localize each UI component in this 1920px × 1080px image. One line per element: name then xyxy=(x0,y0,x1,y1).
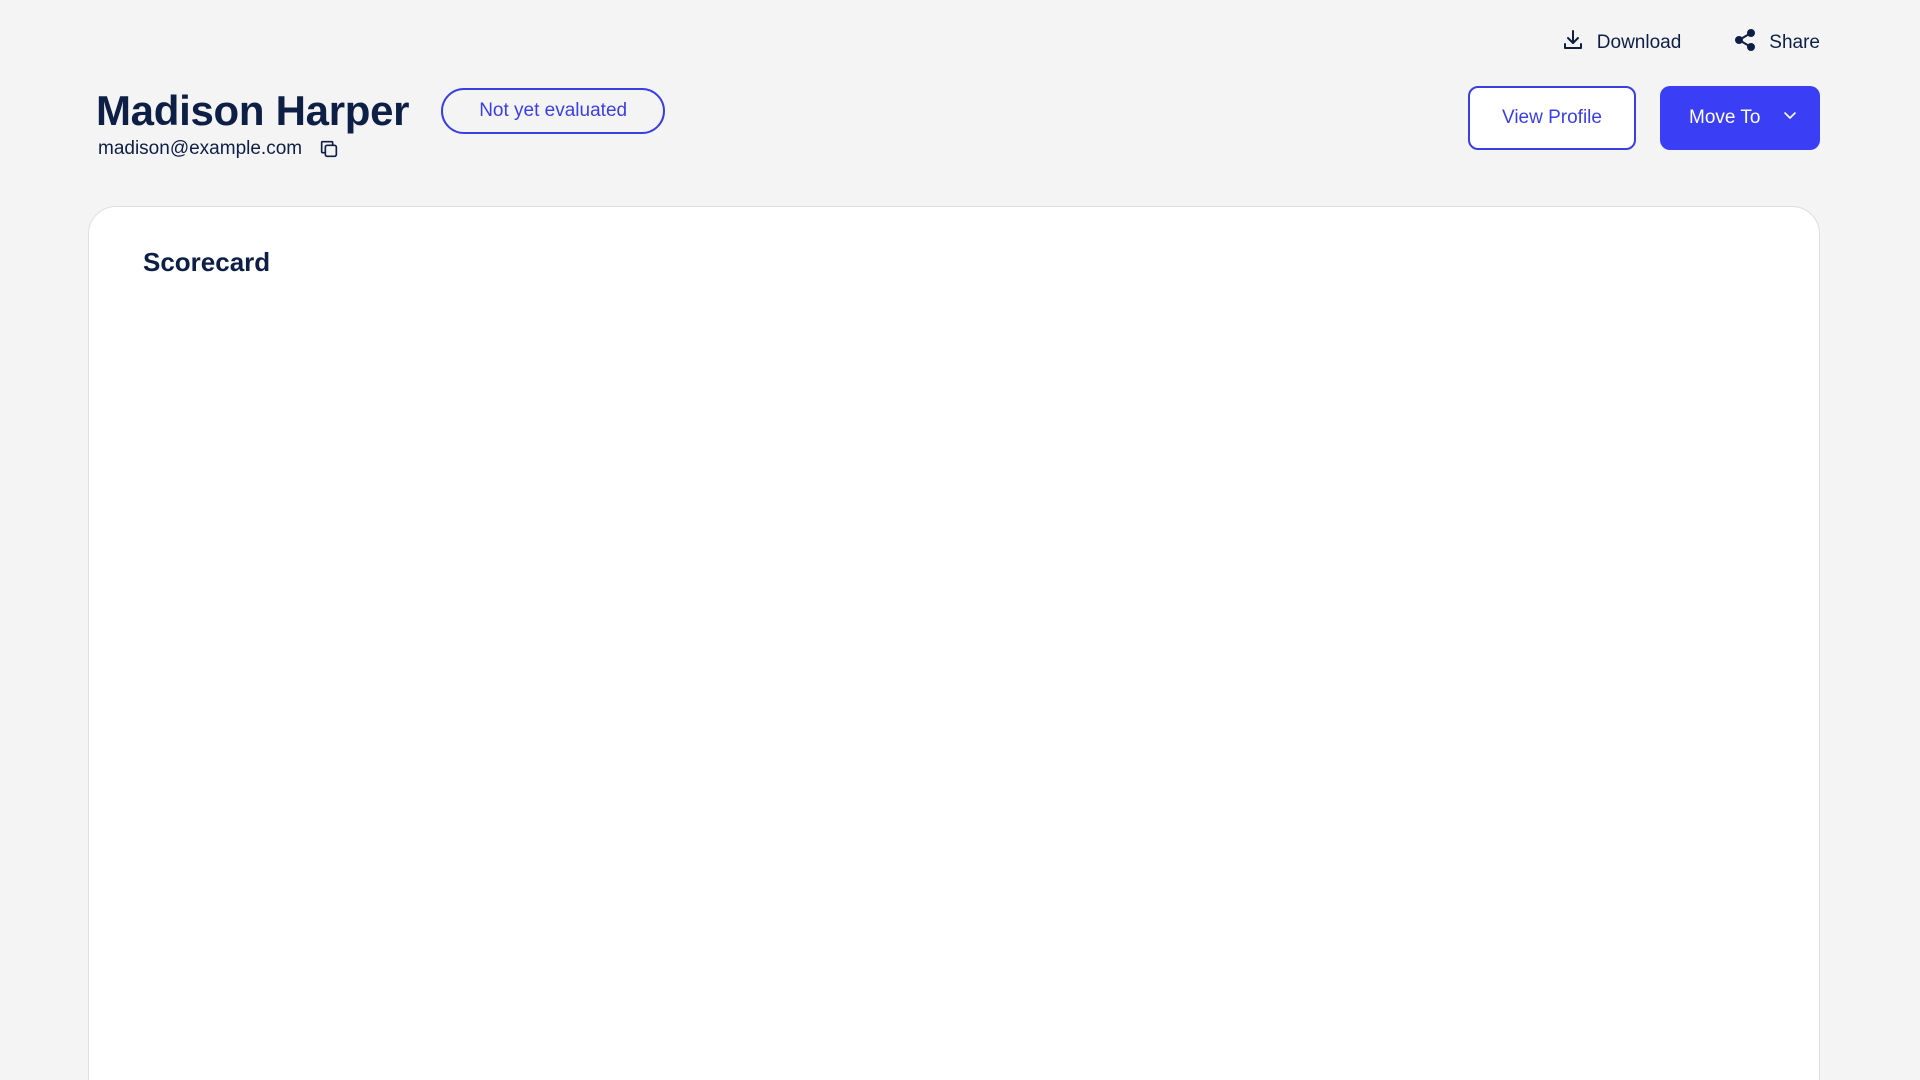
scorecard-card: Scorecard xyxy=(88,206,1820,1080)
move-to-label: Move To xyxy=(1689,107,1761,128)
share-label: Share xyxy=(1769,32,1820,53)
move-to-button[interactable]: Move To xyxy=(1660,86,1820,150)
candidate-email: madison@example.com xyxy=(98,138,303,160)
download-icon xyxy=(1561,28,1585,58)
candidate-header: Madison Harper Not yet evaluated madison… xyxy=(96,86,1820,186)
view-profile-button[interactable]: View Profile xyxy=(1468,86,1636,150)
share-icon xyxy=(1733,28,1757,58)
download-button[interactable]: Download xyxy=(1561,28,1682,58)
status-badge: Not yet evaluated xyxy=(441,88,666,135)
top-actions: Download Share xyxy=(1561,28,1820,58)
scorecard-title: Scorecard xyxy=(143,247,271,277)
download-label: Download xyxy=(1596,32,1682,53)
header-buttons: View Profile Move To xyxy=(1468,86,1820,150)
page: Download Share Madison Harper Not yet ev… xyxy=(0,0,1920,1080)
candidate-name: Madison Harper xyxy=(96,87,410,134)
copy-icon[interactable] xyxy=(318,138,340,160)
share-button[interactable]: Share xyxy=(1733,28,1820,58)
chevron-down-icon xyxy=(1782,107,1798,129)
